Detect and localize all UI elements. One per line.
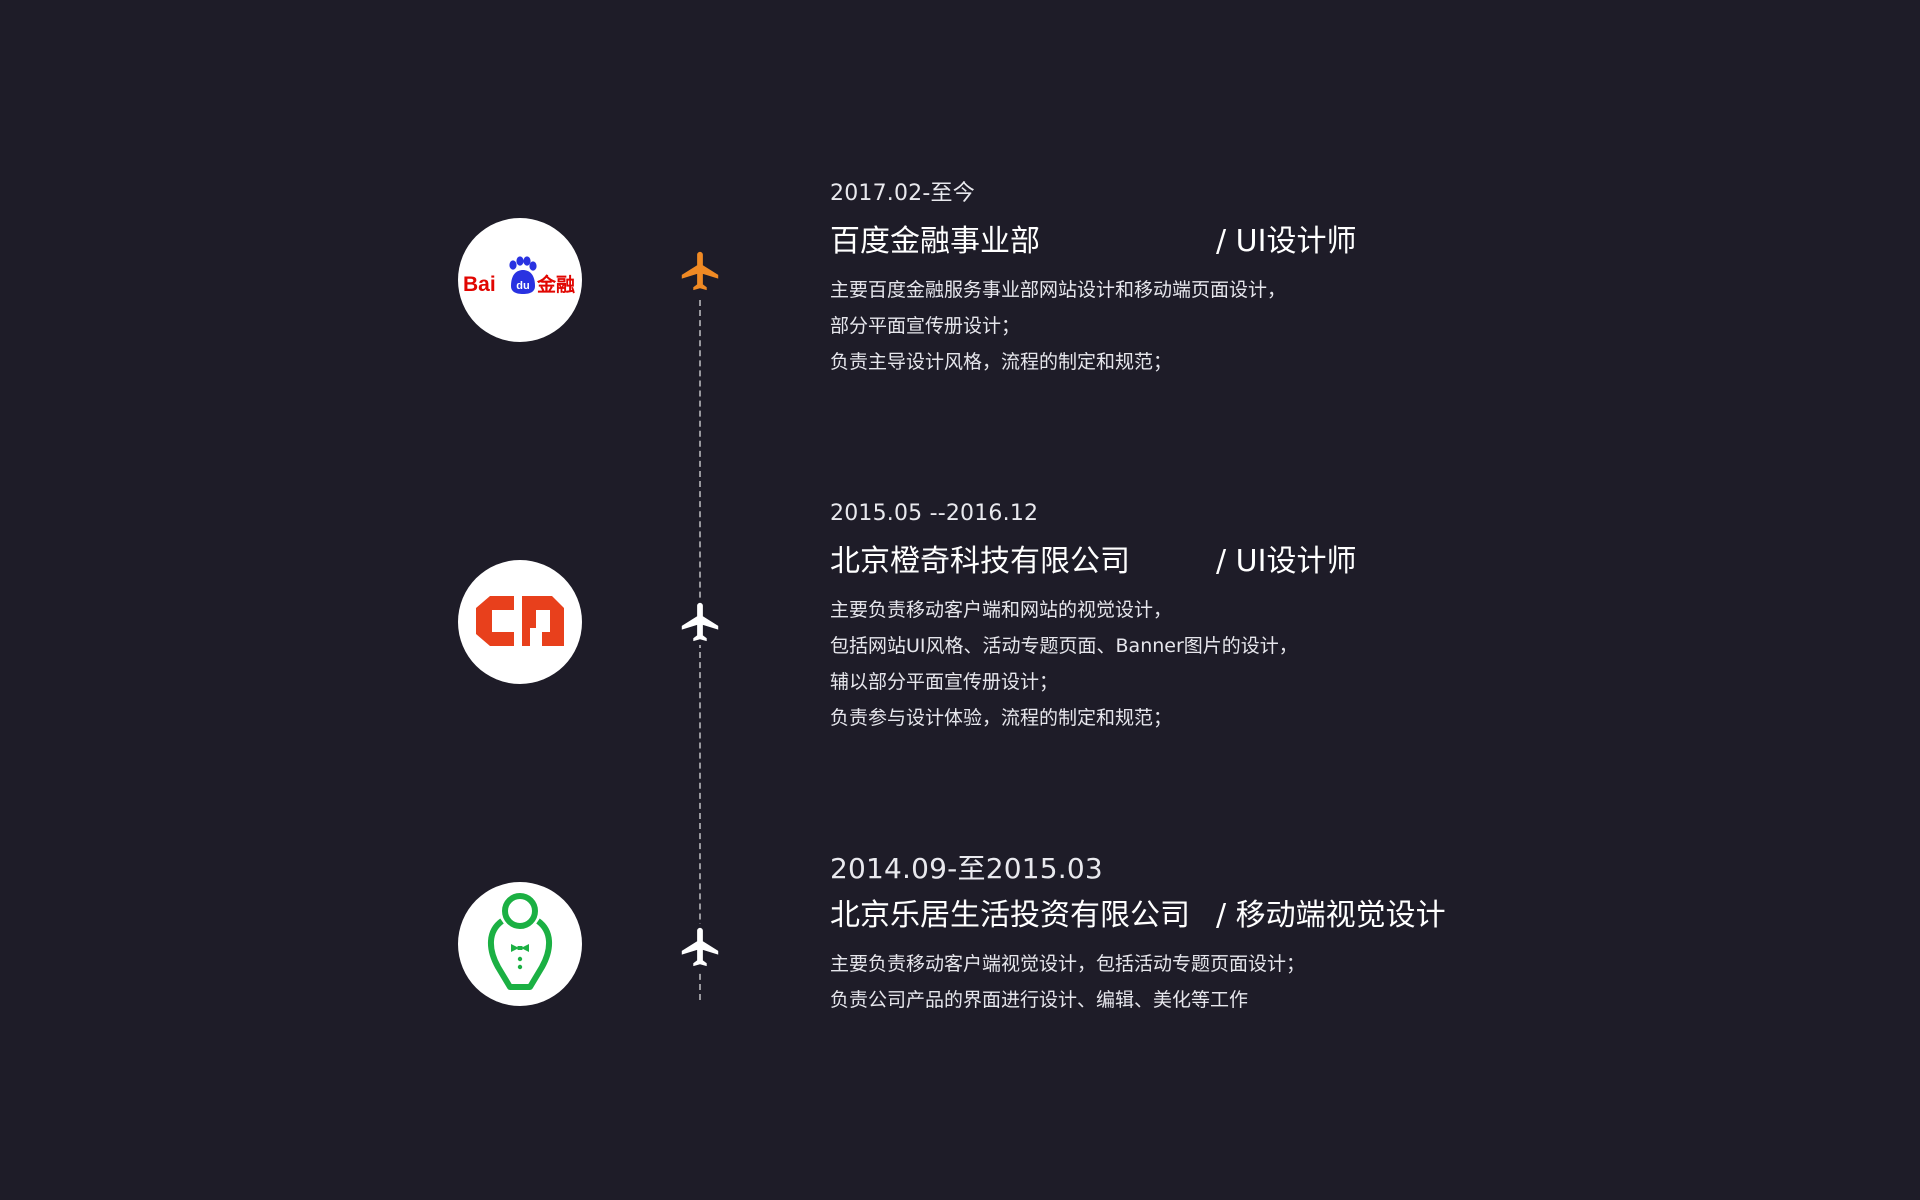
timeline-dashed-line bbox=[699, 300, 701, 1000]
entry-date: 2017.02-至今 bbox=[830, 181, 975, 206]
entry-date: 2015.05 --2016.12 bbox=[830, 501, 1039, 526]
entry-description: 主要负责移动客户端视觉设计，包括活动专题页面设计； 负责公司产品的界面进行设计、… bbox=[830, 946, 1530, 1018]
description-line: 负责主导设计风格，流程的制定和规范； bbox=[830, 351, 1173, 373]
baidu-paw-icon: du Bai 金融 bbox=[463, 256, 575, 296]
experience-entry: 2015.05 --2016.12 北京橙奇科技有限公司 / UI设计师 主要负… bbox=[830, 500, 1530, 736]
airplane-icon bbox=[677, 924, 723, 970]
entry-header: 北京乐居生活投资有限公司 / 移动端视觉设计 bbox=[830, 896, 1530, 936]
entry-description: 主要负责移动客户端和网站的视觉设计， 包括网站UI风格、活动专题页面、Banne… bbox=[830, 592, 1530, 736]
airplane-icon bbox=[677, 248, 723, 294]
experience-entry: 2017.02-至今 百度金融事业部 / UI设计师 主要百度金融服务事业部网站… bbox=[830, 180, 1530, 380]
description-line: 辅以部分平面宣传册设计； bbox=[830, 671, 1059, 693]
baidu-finance-logo: du Bai 金融 bbox=[458, 218, 582, 342]
description-line: 主要负责移动客户端视觉设计，包括活动专题页面设计； bbox=[830, 953, 1306, 975]
experience-entry: 2014.09-至2015.03 北京乐居生活投资有限公司 / 移动端视觉设计 … bbox=[830, 852, 1530, 1018]
cq-logo bbox=[458, 560, 582, 684]
butler-logo bbox=[458, 882, 582, 1006]
description-line: 负责公司产品的界面进行设计、编辑、美化等工作 bbox=[830, 989, 1249, 1011]
airplane-icon bbox=[677, 599, 723, 645]
description-line: 部分平面宣传册设计； bbox=[830, 315, 1021, 337]
entry-date: 2014.09-至2015.03 bbox=[830, 852, 1103, 885]
job-title: / UI设计师 bbox=[1216, 224, 1357, 259]
company-name: 北京乐居生活投资有限公司 bbox=[830, 898, 1190, 933]
butler-logo-icon bbox=[488, 893, 552, 990]
entry-description: 主要百度金融服务事业部网站设计和移动端页面设计， 部分平面宣传册设计； 负责主导… bbox=[830, 272, 1530, 380]
entry-header: 百度金融事业部 / UI设计师 bbox=[830, 222, 1530, 262]
description-line: 主要负责移动客户端和网站的视觉设计， bbox=[830, 599, 1173, 621]
company-name: 百度金融事业部 bbox=[830, 224, 1040, 259]
svg-text:金融: 金融 bbox=[536, 273, 575, 296]
cq-logo-icon bbox=[476, 596, 564, 646]
entry-header: 北京橙奇科技有限公司 / UI设计师 bbox=[830, 542, 1530, 582]
job-title: / 移动端视觉设计 bbox=[1216, 898, 1446, 933]
svg-text:du: du bbox=[516, 280, 529, 292]
resume-timeline: du Bai 金融 2017.02-至今 百度金融事业部 / UI设计师 主要百… bbox=[0, 0, 1920, 1200]
description-line: 包括网站UI风格、活动专题页面、Banner图片的设计， bbox=[830, 635, 1298, 657]
company-name: 北京橙奇科技有限公司 bbox=[830, 544, 1130, 579]
description-line: 主要百度金融服务事业部网站设计和移动端页面设计， bbox=[830, 279, 1287, 301]
svg-text:Bai: Bai bbox=[463, 273, 496, 296]
description-line: 负责参与设计体验，流程的制定和规范； bbox=[830, 707, 1173, 729]
job-title: / UI设计师 bbox=[1216, 544, 1357, 579]
